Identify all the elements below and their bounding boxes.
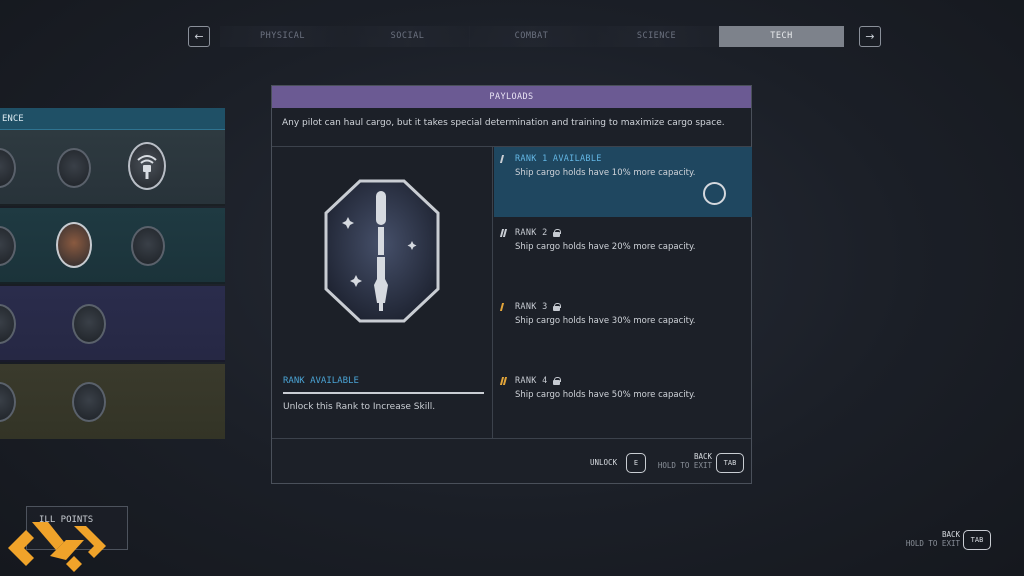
rank-2-item[interactable]: RANK 2 Ship cargo holds have 20% more ca… [494,221,752,291]
skill-icon[interactable] [0,226,16,266]
cursor-ring-icon [703,182,726,205]
skill-icon[interactable] [0,304,16,344]
lock-icon [552,229,561,237]
tab-physical[interactable]: PHYSICAL [220,26,345,47]
back-label: BACK [941,530,960,539]
wifi-icon [137,155,157,179]
tab-social[interactable]: SOCIAL [345,26,470,47]
skill-tier-3 [0,286,225,362]
unlock-key-button[interactable]: E [626,453,646,473]
lock-icon [552,377,561,385]
skill-tier-2 [0,208,225,284]
signal-skill-icon[interactable] [128,142,166,190]
rank-description: Ship cargo holds have 30% more capacity. [515,316,696,326]
global-back-key-button[interactable]: TAB [963,530,991,550]
back-action: BACK HOLD TO EXIT [652,452,712,470]
skill-icon[interactable] [72,382,106,422]
tab-science[interactable]: SCIENCE [594,26,719,47]
rank-description: Ship cargo holds have 20% more capacity. [515,242,696,252]
skill-icon[interactable] [57,148,91,188]
back-hold-hint: HOLD TO EXIT [905,539,960,548]
rank-description: Ship cargo holds have 50% more capacity. [515,390,696,400]
back-key-button[interactable]: TAB [716,453,744,473]
rank-3-bars-icon [499,303,510,311]
tab-tech[interactable]: TECH [719,26,844,47]
rank-description: Ship cargo holds have 10% more capacity. [515,168,696,178]
rank-3-item[interactable]: RANK 3 Ship cargo holds have 30% more ca… [494,295,752,365]
skill-icon[interactable] [0,382,16,422]
unlock-label: UNLOCK [590,458,618,467]
rank-4-item[interactable]: RANK 4 Ship cargo holds have 50% more ca… [494,369,752,439]
arrow-right-icon[interactable]: → [859,26,881,47]
skill-title: PAYLOADS [272,86,751,108]
skill-icon[interactable] [72,304,106,344]
rank-1-item[interactable]: RANK 1 AVAILABLE Ship cargo holds have 1… [494,147,752,217]
rank-2-bars-icon [499,229,510,237]
global-back-text: BACK HOLD TO EXIT [900,530,960,548]
rocket-badge-icon [320,177,444,325]
panel-footer: UNLOCK E BACK HOLD TO EXIT TAB [272,438,751,483]
skill-category-tabs: ← PHYSICAL SOCIAL COMBAT SCIENCE TECH → [188,26,881,48]
rank-title: RANK 2 [515,228,548,238]
rank-hint: Unlock this Rank to Increase Skill. [283,402,436,412]
site-logo-watermark [4,508,110,574]
payloads-skill-icon[interactable] [56,222,92,268]
skill-description: Any pilot can haul cargo, but it takes s… [272,108,751,147]
skill-icon[interactable] [0,148,16,188]
skill-detail-panel: PAYLOADS Any pilot can haul cargo, but i… [271,85,752,484]
arrow-left-icon[interactable]: ← [188,26,210,47]
rank-4-bars-icon [499,377,510,385]
rank-title: RANK 1 AVAILABLE [515,154,602,164]
rank-title: RANK 3 [515,302,548,312]
back-label: BACK [693,452,712,461]
rank-title: RANK 4 [515,376,548,386]
skill-tree-header: ENCE [0,108,225,130]
skill-tree: ENCE [0,108,225,439]
rank-list: RANK 1 AVAILABLE Ship cargo holds have 1… [494,147,752,438]
back-hold-hint: HOLD TO EXIT [657,461,712,470]
tab-combat[interactable]: COMBAT [469,26,594,47]
skill-badge-column: RANK AVAILABLE Unlock this Rank to Incre… [272,147,493,438]
lock-icon [552,303,561,311]
skill-icon[interactable] [131,226,165,266]
skill-tier-4 [0,364,225,439]
rank-status: RANK AVAILABLE [283,376,484,394]
rank-1-bars-icon [499,155,510,163]
skill-tier-1 [0,130,225,206]
